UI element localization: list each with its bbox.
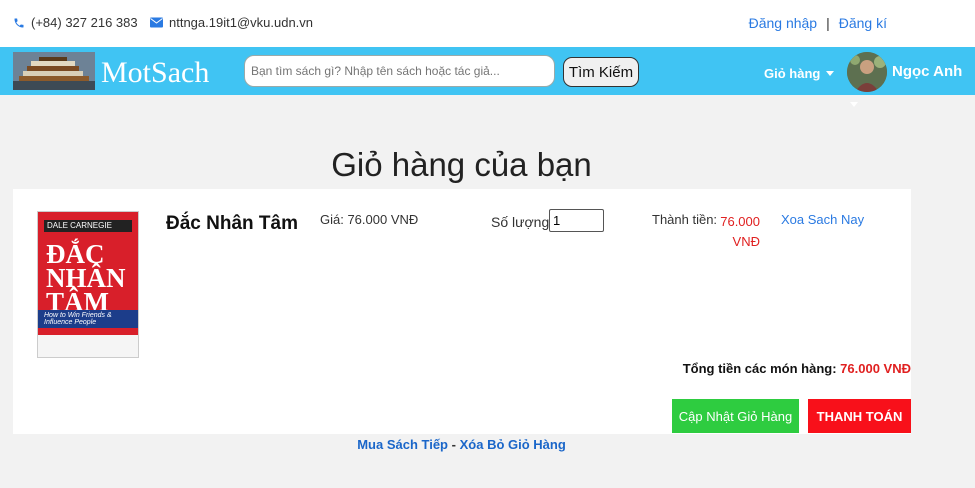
avatar[interactable] <box>847 52 887 92</box>
page-title: Giỏ hàng của bạn <box>331 146 592 183</box>
quantity-input[interactable] <box>549 209 604 232</box>
book-cover-image: DALE CARNEGIE ĐẮC NHÂN TÂM How to Win Fr… <box>37 211 139 358</box>
user-menu-caret-icon[interactable] <box>850 102 858 107</box>
main-navbar: MotSach Tìm Kiếm Giỏ hàng Ngọc Anh <box>0 47 975 107</box>
footer-link-separator: - <box>451 437 456 452</box>
auth-links: Đăng nhập | Đăng kí <box>749 15 887 31</box>
email-contact: nttnga.19it1@vku.udn.vn <box>150 15 313 30</box>
cover-subtitle: How to Win Friends & Influence People <box>44 312 112 326</box>
phone-icon <box>14 18 24 27</box>
update-cart-button[interactable]: Cập Nhật Giỏ Hàng <box>672 399 799 433</box>
email-address: nttnga.19it1@vku.udn.vn <box>169 15 314 30</box>
cart-item-price: Giá: 76.000 VNĐ <box>320 212 419 227</box>
caret-down-icon <box>826 71 835 76</box>
cart-item-title: Đắc Nhân Tâm <box>166 213 298 234</box>
cart-dropdown-label: Giỏ hàng <box>764 66 821 81</box>
logo-image[interactable] <box>13 52 95 90</box>
user-name[interactable]: Ngọc Anh <box>892 63 962 80</box>
auth-separator: | <box>826 15 830 31</box>
register-link[interactable]: Đăng kí <box>839 15 887 31</box>
quantity-label: Số lượng: <box>491 214 554 230</box>
total-label: Tổng tiền các món hàng: <box>682 361 837 376</box>
logo-text[interactable]: MotSach <box>101 56 209 90</box>
cart-total: Tổng tiền các món hàng: 76.000 VNĐ <box>683 361 911 376</box>
phone-number: (+84) 327 216 383 <box>31 15 138 30</box>
clear-cart-link[interactable]: Xóa Bỏ Giỏ Hàng <box>460 437 566 452</box>
subtotal-value: 76.000 VNĐ <box>720 214 760 249</box>
cart-footer-links: Mua Sách Tiếp - Xóa Bỏ Giỏ Hàng <box>0 437 923 452</box>
cover-bottom <box>38 335 138 357</box>
top-contact-bar: (+84) 327 216 383 nttnga.19it1@vku.udn.v… <box>0 0 975 47</box>
checkout-button[interactable]: THANH TOÁN <box>808 399 911 433</box>
phone-contact: (+84) 327 216 383 <box>13 15 138 30</box>
cover-title: ĐẮC NHÂN TÂM <box>46 239 126 317</box>
cart-panel: DALE CARNEGIE ĐẮC NHÂN TÂM How to Win Fr… <box>13 189 911 434</box>
search-button[interactable]: Tìm Kiếm <box>563 57 639 87</box>
cover-author: DALE CARNEGIE <box>44 220 132 232</box>
cart-dropdown[interactable]: Giỏ hàng <box>764 66 835 81</box>
remove-item-link[interactable]: Xoa Sach Nay <box>781 212 864 227</box>
subtotal-label: Thành tiền: <box>652 212 718 227</box>
total-value: 76.000 VNĐ <box>840 361 911 376</box>
login-link[interactable]: Đăng nhập <box>749 15 818 31</box>
envelope-icon <box>150 17 163 28</box>
search-input[interactable] <box>244 55 555 87</box>
continue-shopping-link[interactable]: Mua Sách Tiếp <box>357 437 448 452</box>
